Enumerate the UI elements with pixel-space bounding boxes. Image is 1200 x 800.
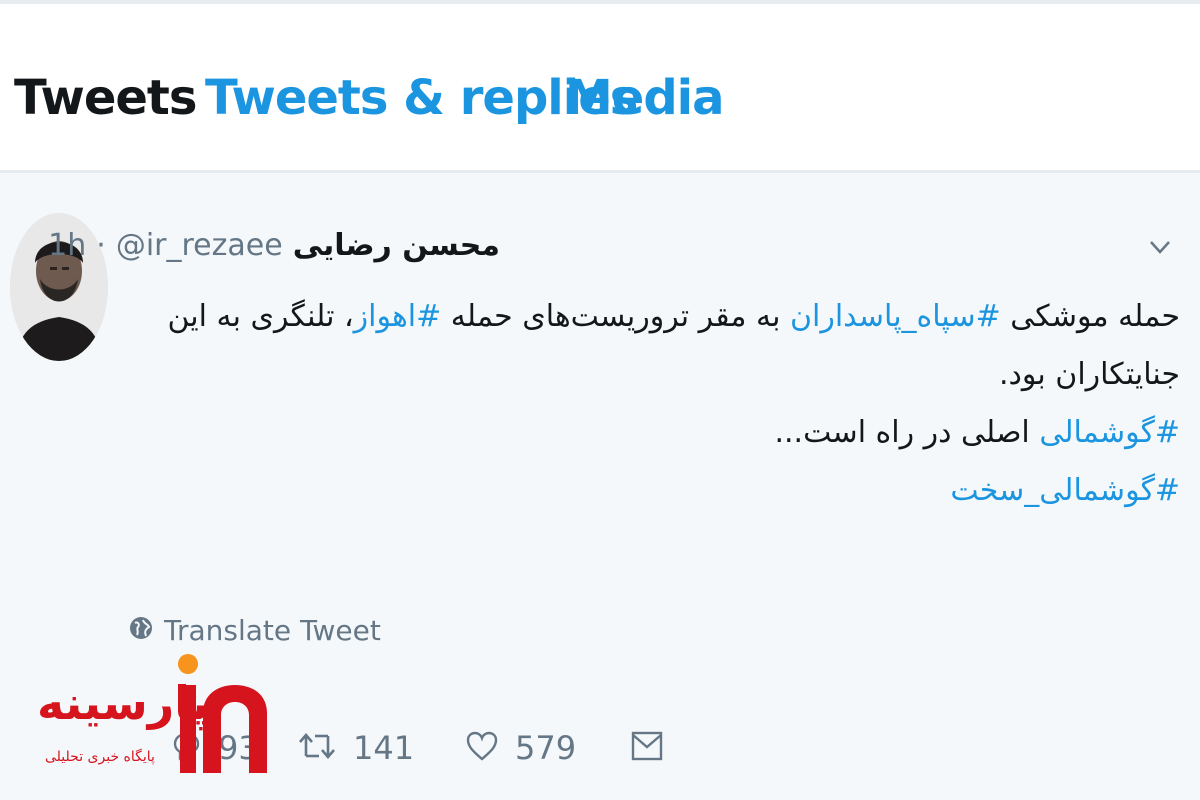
translate-tweet-button[interactable]: Translate Tweet bbox=[128, 610, 381, 650]
retweet-count: 141 bbox=[353, 729, 415, 767]
author-handle[interactable]: @ir_rezaee bbox=[116, 228, 283, 263]
profile-timeline: Tweets Tweets & replies Media محسن رضایی… bbox=[0, 0, 1200, 800]
watermark-logo: پارسینه پایگاه خبری تحلیلی bbox=[25, 651, 275, 781]
chevron-down-icon[interactable] bbox=[1148, 235, 1172, 259]
tweet-text-segment: ، تلنگری به این bbox=[167, 299, 354, 334]
retweet-icon bbox=[297, 730, 337, 766]
tweet-line-2: جنایتکاران بود. bbox=[130, 346, 1180, 404]
tweet-header: محسن رضایی @ir_rezaee · 1h bbox=[48, 223, 500, 267]
globe-icon bbox=[128, 615, 154, 645]
tab-tweets[interactable]: Tweets bbox=[14, 70, 197, 126]
tweet-text-segment: جنایتکاران بود. bbox=[999, 357, 1180, 392]
tweet-line-4: #گوشمالی_سخت bbox=[130, 462, 1180, 520]
tweet-line-1: حمله موشکی #سپاه_پاسداران به مقر تروریست… bbox=[130, 288, 1180, 346]
like-button[interactable]: 579 bbox=[465, 718, 576, 778]
hashtag-link[interactable]: #گوشمالی bbox=[1039, 415, 1180, 450]
hashtag-link[interactable]: #سپاه_پاسداران bbox=[790, 299, 1001, 334]
mail-icon bbox=[630, 729, 664, 767]
retweet-button[interactable]: 141 bbox=[297, 718, 414, 778]
hashtag-link[interactable]: #گوشمالی_سخت bbox=[950, 473, 1180, 508]
tweet-text-segment: به مقر تروریست‌های حمله bbox=[441, 299, 790, 334]
tweet-text-segment: اصلی در راه است... bbox=[774, 415, 1040, 450]
hashtag-link[interactable]: #اهواز bbox=[354, 299, 442, 334]
watermark-subtitle: پایگاه خبری تحلیلی bbox=[45, 749, 155, 765]
like-count: 579 bbox=[515, 729, 577, 767]
tweet-line-3: #گوشمالی اصلی در راه است... bbox=[130, 404, 1180, 462]
tweet-text: حمله موشکی #سپاه_پاسداران به مقر تروریست… bbox=[130, 288, 1180, 520]
direct-message-button[interactable] bbox=[630, 718, 664, 778]
author-name[interactable]: محسن رضایی bbox=[293, 228, 500, 263]
translate-tweet-label: Translate Tweet bbox=[164, 613, 381, 647]
tab-media[interactable]: Media bbox=[565, 70, 725, 126]
tweet-timestamp[interactable]: 1h bbox=[48, 228, 86, 263]
separator-dot: · bbox=[96, 227, 106, 263]
watermark-emblem bbox=[178, 654, 267, 773]
heart-icon bbox=[465, 730, 499, 766]
profile-tabs: Tweets Tweets & replies Media bbox=[0, 4, 1200, 170]
tweet-text-segment: حمله موشکی bbox=[1000, 299, 1180, 334]
